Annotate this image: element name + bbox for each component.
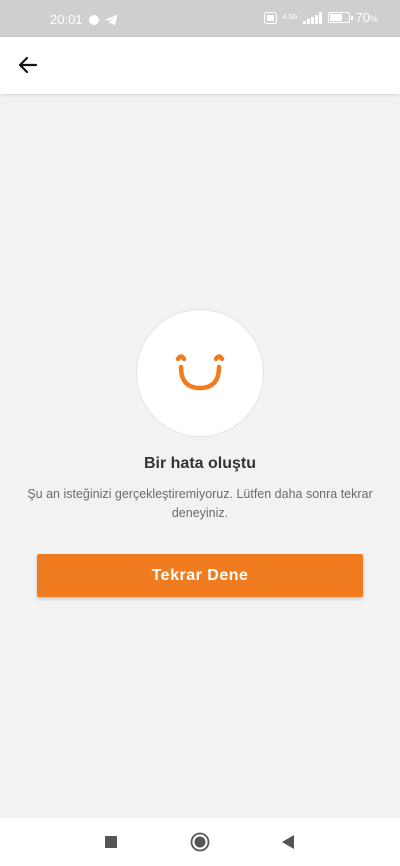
status-left: 20:01 <box>50 12 118 27</box>
signal-icon <box>302 11 322 24</box>
error-illustration <box>136 309 264 437</box>
system-nav-bar <box>0 818 400 866</box>
arrow-left-icon <box>18 56 38 74</box>
battery-text: 70% <box>355 10 378 25</box>
back-button[interactable] <box>12 49 44 81</box>
battery-icon <box>327 12 353 23</box>
retry-button[interactable]: Tekrar Dene <box>37 554 363 597</box>
recent-apps-button[interactable] <box>101 832 121 852</box>
status-time: 20:01 <box>50 12 83 27</box>
error-message: Şu an isteğinizi gerçekleştiremiyoruz. L… <box>27 487 373 520</box>
app-bar <box>0 37 400 94</box>
back-triangle-icon <box>282 835 294 849</box>
smile-icon <box>175 354 225 391</box>
volte-icon <box>263 11 277 24</box>
network-type: 4.5G <box>282 14 298 21</box>
error-title: Bir hata oluştu <box>143 455 256 472</box>
back-nav-button[interactable] <box>278 832 298 852</box>
home-icon <box>190 832 210 852</box>
notification-dot-icon <box>88 14 99 25</box>
recent-apps-icon <box>105 836 117 848</box>
home-button[interactable] <box>190 832 210 852</box>
battery-fill <box>329 14 342 21</box>
telegram-icon <box>105 14 118 25</box>
status-bar: 20:01 4.5G 70% <box>0 0 400 37</box>
status-right: 4.5G 70% <box>263 10 378 25</box>
